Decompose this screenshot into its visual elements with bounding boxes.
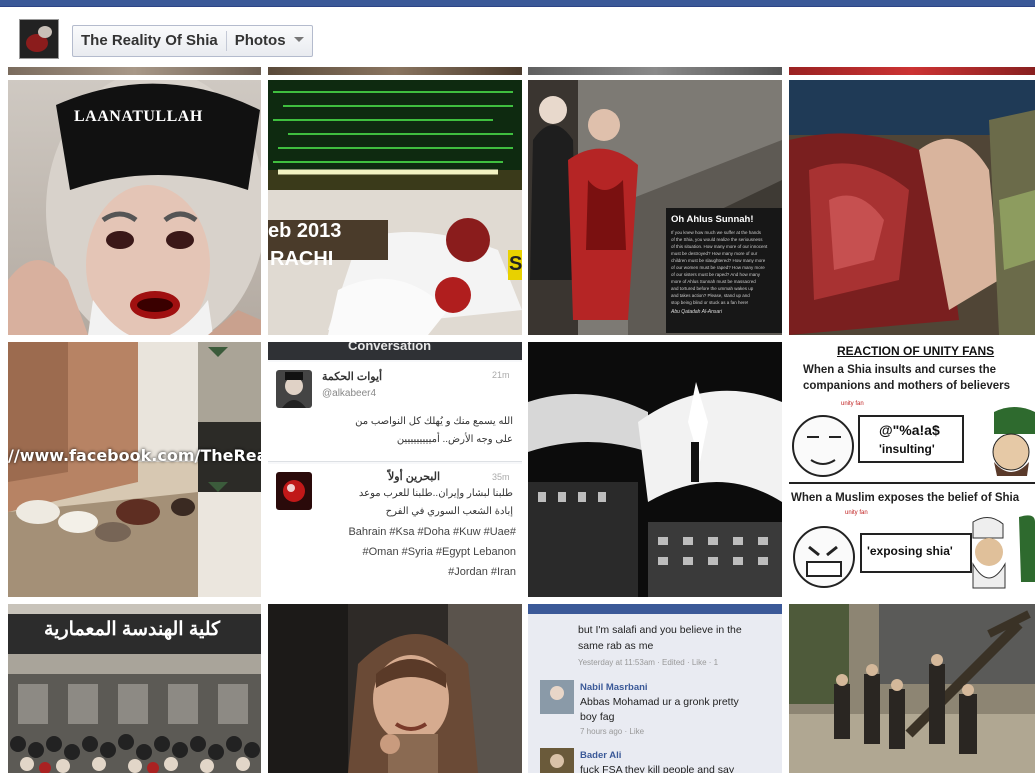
caption-signature: Abu Qatadah Al-Ansari [671, 309, 722, 315]
caption-line: of our sisters must be raped? And how ma… [671, 272, 761, 277]
caption-line: of our women must be raped? How many mor… [671, 265, 765, 270]
partial-photo-strip [789, 67, 1035, 75]
meme-line: When a Muslim exposes the belief of Shia [791, 492, 1020, 504]
watermark-url: //www.facebook.com/TheRea [8, 446, 261, 465]
page-name-link[interactable]: The Reality Of Shia [73, 26, 226, 56]
tweet-hashtags: #Jordan #Iran [448, 566, 516, 578]
caption-line: of the Shia, you would realize the serio… [671, 237, 763, 242]
facebook-comment-bar [528, 604, 782, 614]
poster-date-text: eb 2013 [268, 220, 342, 242]
photo-thumbnail[interactable] [268, 604, 522, 773]
tweet-time: 21m [492, 370, 510, 380]
photo-thumbnail[interactable]: but I'm salafi and you believe in the sa… [528, 604, 782, 773]
crying-child-image [268, 604, 522, 773]
tweet-item[interactable]: البحرين أولاً 35m طلبنا لبشار وإيران..طل… [268, 464, 522, 597]
avatar [276, 370, 312, 408]
caption-line: and tortured before the ummah wakes up [671, 286, 754, 291]
photo-thumbnail[interactable] [789, 604, 1035, 773]
photo-thumbnail[interactable] [528, 342, 782, 597]
butchered-meat-image [789, 80, 1035, 335]
section-label: Photos [234, 32, 286, 49]
photo-thumbnail[interactable]: REACTION OF UNITY FANS When a Shia insul… [789, 342, 1035, 597]
photo-thumbnail[interactable]: eb 2013 RACHI S [268, 80, 522, 335]
tweet-text: الله يسمع منك و يُهلك كل النواصب من [355, 416, 513, 427]
caption-line: stop being blind or stuck as a fan here! [671, 300, 749, 305]
caption-line: must be destroyed? How many more of our [671, 251, 758, 256]
annotation-label: unity fan [845, 510, 868, 516]
poster-city-text: RACHI [270, 248, 334, 270]
photo-thumbnail[interactable]: Oh Ahlus Sunnah! If you knew how much we… [528, 80, 782, 335]
caption-box: Oh Ahlus Sunnah! If you knew how much we… [666, 208, 782, 333]
comment-item[interactable]: Nabil Masrbani Abbas Mohamad ur a gronk … [528, 674, 782, 736]
avatar [540, 748, 574, 773]
photo-caption: LAANATULLAH [74, 108, 203, 125]
fighters-street-image [789, 604, 1035, 773]
tweet-hashtags: #Oman #Syria #Egypt Lebanon [362, 546, 517, 558]
tweet-time: 35m [492, 472, 510, 482]
comment-meta: Yesterday at 11:53am · Edited · Like · 1 [578, 658, 719, 667]
annotation-label: unity fan [841, 401, 864, 407]
caption-line: children must be slaughtered? How many m… [671, 258, 766, 263]
top-bar [0, 0, 1035, 7]
building-sign-text: كلية الهندسة المعمارية [44, 619, 221, 640]
tweet-text: على وجه الأرض.. أمييييييييين [396, 434, 513, 445]
poster-letter: S [509, 253, 522, 275]
photo-thumbnail[interactable]: //www.facebook.com/TheRea [8, 342, 261, 597]
partial-photo-strip [8, 67, 261, 75]
tweet-author-name: البحرين أولاً [388, 471, 441, 483]
partial-photo-strip [528, 67, 782, 75]
breadcrumb: The Reality Of Shia Photos [72, 25, 313, 57]
caption-body: If you knew how much we suffer at the ha… [671, 229, 777, 306]
comment-text: same rab as me [578, 640, 654, 652]
comment-text: but I'm salafi and you believe in the [578, 624, 742, 636]
comment-author[interactable]: Nabil Masrbani [580, 682, 648, 693]
caption-line: and takes action? Please, stand up and [671, 293, 750, 298]
caption-line: of this situation. How many more of our … [671, 244, 768, 249]
tweet-hashtags: Bahrain #Ksa #Doha #Kuw #Uae# [348, 526, 516, 538]
meme-drawing [789, 407, 1035, 589]
caption-title: Oh Ahlus Sunnah! [671, 214, 754, 225]
photo-thumbnail[interactable]: LAANATULLAH [8, 80, 261, 335]
comment-meta: 7 hours ago · Like [580, 727, 645, 736]
partial-photo-strip [268, 67, 522, 75]
speech-bubble-text: 'insulting' [879, 442, 935, 456]
explosion-bw-image [528, 342, 782, 597]
avatar [276, 472, 312, 510]
speech-bubble-text: @"%a!a$ [879, 422, 940, 438]
section-dropdown[interactable]: Photos [227, 26, 312, 56]
chevron-down-icon [293, 37, 304, 42]
chickens-yard-image [8, 342, 261, 597]
comment-text: boy fag [580, 711, 615, 723]
comment-text: Abbas Mohamad ur a gronk pretty [580, 696, 739, 708]
avatar [540, 680, 574, 714]
tweet-handle: @alkabeer4 [322, 388, 377, 399]
tweet-author-name: أيوات الحكمة [322, 371, 383, 383]
comment-item[interactable]: Bader Ali fuck FSA they kill people and … [528, 744, 782, 773]
comment-text: fuck FSA they kill people and say [580, 764, 735, 773]
tweet-item[interactable]: أيوات الحكمة 21m @alkabeer4 الله يسمع من… [268, 362, 522, 462]
caption-line: If you knew how much we suffer at the ha… [671, 230, 761, 235]
tweet-text: طلبنا لبشار وإيران..طلبنا للعرب موعد [358, 488, 513, 499]
photo-thumbnail[interactable]: Conversation أيوات الحكمة 21m @alkabeer4… [268, 342, 522, 597]
photo-thumbnail[interactable]: كلية الهندسة المعمارية [8, 604, 261, 773]
page-avatar[interactable] [19, 19, 59, 59]
comment-author[interactable]: Bader Ali [580, 750, 621, 761]
caption-line: more of Ahlus Sunnah must be massacred [671, 279, 756, 284]
speech-bubble-text: 'exposing shia' [867, 544, 953, 558]
conversation-title: Conversation [348, 342, 432, 353]
photo-thumbnail[interactable] [789, 80, 1035, 335]
karachi-poster-image [268, 80, 522, 335]
page-header: The Reality Of Shia Photos [0, 8, 1035, 68]
tweet-text: إبادة الشعب السوري في الفرح [385, 506, 513, 517]
